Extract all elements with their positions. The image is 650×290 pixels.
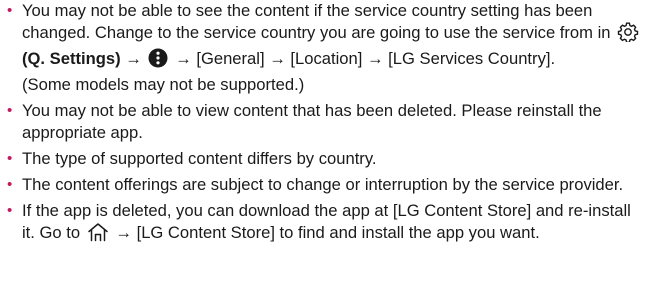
item-text: You may not be able to view content that… xyxy=(22,101,602,142)
item-text-part1: You may not be able to see the content i… xyxy=(22,1,611,42)
bullet: • xyxy=(7,176,13,193)
list-item-app-deleted: • If the app is deleted, you can downloa… xyxy=(6,200,646,248)
settings-path: [General] → [Location] → [LG Services Co… xyxy=(196,49,551,68)
item-text: The type of supported content differs by… xyxy=(22,149,377,168)
arrow: → xyxy=(125,49,142,68)
item-text: The content offerings are subject to cha… xyxy=(22,175,624,194)
list-item-country-setting: • You may not be able to see the content… xyxy=(6,0,646,96)
bullet: • xyxy=(7,202,13,219)
bullet: • xyxy=(7,2,13,19)
notes-list: • You may not be able to see the content… xyxy=(6,0,646,252)
bullet: • xyxy=(7,102,13,119)
item-text-part2: . xyxy=(550,49,556,68)
bullet: • xyxy=(7,150,13,167)
list-item-content-type: • The type of supported content differs … xyxy=(6,148,646,170)
arrow: → xyxy=(175,49,192,68)
list-item-content-offerings: • The content offerings are subject to c… xyxy=(6,174,646,196)
settings-label: (Q. Settings) xyxy=(22,49,121,68)
list-item-deleted-content: • You may not be able to view content th… xyxy=(6,100,646,144)
arrow: → xyxy=(115,223,132,242)
model-note: (Some models may not be supported.) xyxy=(22,75,305,94)
gear-icon xyxy=(617,22,639,48)
home-icon xyxy=(87,222,109,248)
more-options-icon xyxy=(148,48,168,74)
item-text-part2: [LG Content Store] to find and install t… xyxy=(136,223,540,242)
